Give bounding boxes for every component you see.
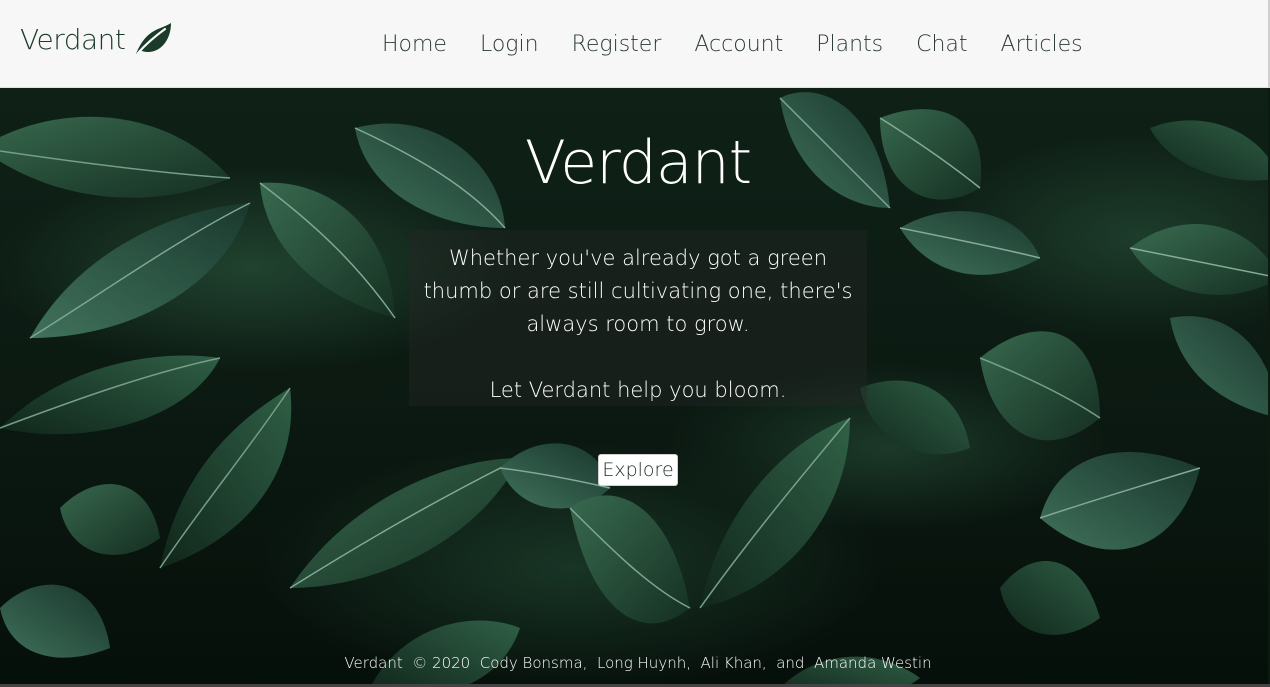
hero-section: Verdant Whether you've already got a gre… [0, 88, 1268, 687]
hero-tagline: Let Verdant help you bloom. [489, 378, 787, 402]
brand-name: Verdant [20, 22, 126, 56]
page: Verdant Home Login Register Account Plan… [0, 0, 1270, 687]
navbar: Verdant Home Login Register Account Plan… [0, 0, 1270, 88]
nav-link-account[interactable]: Account [694, 30, 783, 60]
hero-description: Whether you've already got a green thumb… [423, 246, 853, 336]
nav-link-login[interactable]: Login [480, 30, 539, 60]
explore-button[interactable]: Explore [598, 454, 678, 486]
nav-link-home[interactable]: Home [382, 30, 447, 60]
footer-credits: Verdant © 2020 Cody Bonsma, Long Huynh, … [344, 654, 932, 672]
hero-text-card: Whether you've already got a green thumb… [409, 230, 867, 406]
nav-links: Home Login Register Account Plants Chat … [382, 30, 1116, 60]
hero-title: Verdant [524, 128, 752, 198]
nav-link-plants[interactable]: Plants [816, 30, 883, 60]
brand-link[interactable]: Verdant [20, 22, 172, 56]
leaf-icon [136, 23, 172, 55]
nav-link-articles[interactable]: Articles [1001, 30, 1083, 60]
nav-link-register[interactable]: Register [572, 30, 662, 60]
nav-link-chat[interactable]: Chat [916, 30, 967, 60]
